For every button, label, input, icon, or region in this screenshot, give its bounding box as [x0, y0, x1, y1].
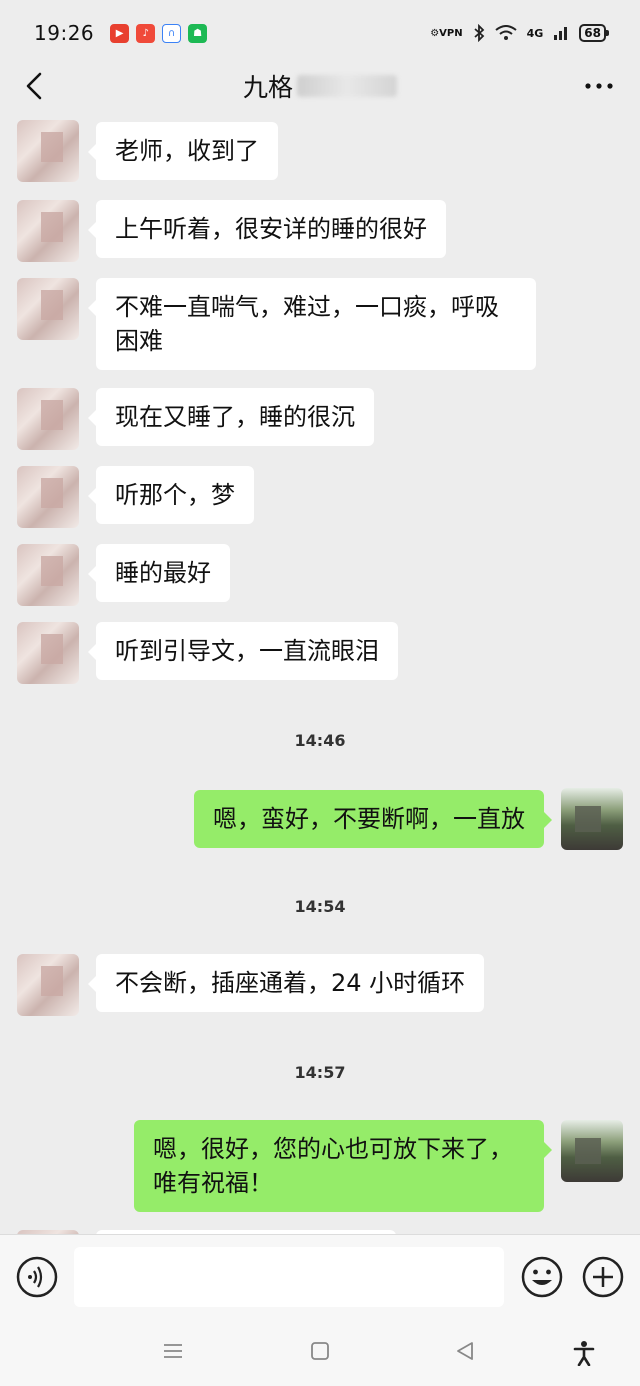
- vpn-icon: ⚙VPN: [430, 27, 463, 39]
- message-timestamp: 14:57: [294, 1063, 346, 1082]
- voice-input-icon[interactable]: [16, 1256, 58, 1298]
- message-bubble-received[interactable]: 睡的最好: [88, 544, 230, 602]
- message-bubble-received[interactable]: 现在又睡了，睡的很沉: [88, 388, 374, 446]
- android-app-icon: ☗: [188, 23, 208, 43]
- message-bubble-received[interactable]: 老师，收到了: [88, 122, 278, 180]
- message-bubble-received[interactable]: 听那个，梦: [88, 466, 254, 524]
- contact-avatar[interactable]: [17, 466, 79, 528]
- my-avatar[interactable]: [561, 1120, 623, 1182]
- music-app-icon: ♪: [136, 23, 156, 43]
- chat-header: 九格: [0, 58, 640, 114]
- message-input-bar: [0, 1234, 640, 1320]
- my-avatar[interactable]: [561, 788, 623, 850]
- contact-avatar[interactable]: [17, 388, 79, 450]
- message-list[interactable]: 老师，收到了 上午听着，很安详的睡的很好 不难一直喘气，难过，一口痰，呼吸困难 …: [0, 114, 640, 1234]
- contact-avatar[interactable]: [17, 278, 79, 340]
- message-timestamp: 14:46: [294, 731, 346, 750]
- headset-app-icon: ∩: [162, 23, 182, 43]
- contact-avatar[interactable]: [17, 120, 79, 182]
- redacted-title-blur: [297, 75, 397, 97]
- back-nav-icon[interactable]: [454, 1340, 476, 1362]
- emoji-icon[interactable]: [521, 1256, 563, 1298]
- wifi-icon: [494, 25, 517, 40]
- network-label: 4G: [526, 26, 544, 40]
- message-bubble-sent[interactable]: 嗯，蛮好，不要断啊，一直放: [194, 790, 552, 848]
- chat-title-text: 九格: [242, 73, 293, 102]
- message-bubble-received[interactable]: 上午听着，很安详的睡的很好: [88, 200, 446, 258]
- chat-title: 九格: [243, 68, 397, 104]
- status-time: 19:26: [34, 21, 95, 45]
- bluetooth-icon: [474, 24, 484, 42]
- message-text-input[interactable]: [74, 1247, 504, 1307]
- status-bar: 19:26 ▶ ♪ ∩ ☗ ⚙VPN 4G 68: [0, 0, 640, 66]
- contact-avatar[interactable]: [17, 954, 79, 1016]
- contact-avatar[interactable]: [17, 622, 79, 684]
- message-bubble-received[interactable]: 不难一直喘气，难过，一口痰，呼吸困难: [88, 278, 536, 370]
- home-icon[interactable]: [309, 1340, 331, 1362]
- message-bubble-received[interactable]: 听到引导文，一直流眼泪: [88, 622, 398, 680]
- more-options-icon[interactable]: [584, 76, 614, 96]
- accessibility-icon[interactable]: [572, 1340, 596, 1366]
- contact-avatar[interactable]: [17, 544, 79, 606]
- message-bubble-sent[interactable]: 嗯，很好，您的心也可放下来了，唯有祝福！: [134, 1120, 552, 1212]
- signal-icon: [554, 27, 568, 40]
- message-timestamp: 14:54: [294, 897, 346, 916]
- notification-icons: ▶ ♪ ∩ ☗: [110, 23, 208, 43]
- contact-avatar[interactable]: [17, 200, 79, 262]
- battery-indicator: 68: [579, 24, 609, 42]
- system-navigation-bar: [0, 1320, 640, 1386]
- system-status: ⚙VPN 4G 68: [430, 24, 609, 42]
- back-arrow-icon[interactable]: [22, 70, 50, 102]
- video-app-icon: ▶: [110, 23, 130, 43]
- vpn-label: VPN: [439, 27, 463, 39]
- add-more-icon[interactable]: [582, 1256, 624, 1298]
- message-bubble-received[interactable]: 不会断，插座通着，24 小时循环: [87, 954, 485, 1012]
- menu-icon[interactable]: [162, 1340, 184, 1362]
